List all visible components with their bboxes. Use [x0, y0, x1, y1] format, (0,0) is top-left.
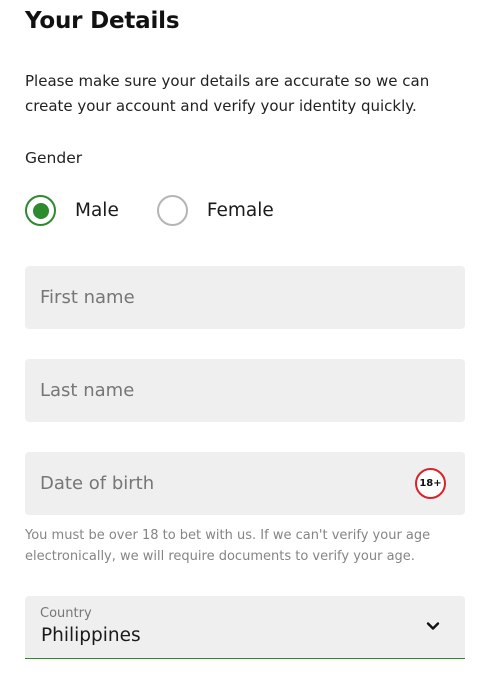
country-label: Country	[40, 606, 92, 621]
radio-female-label: Female	[206, 200, 274, 221]
details-form-page: Your Details Please make sure your detai…	[0, 0, 477, 680]
chevron-down-icon[interactable]	[425, 618, 441, 634]
page-title: Your Details	[25, 8, 180, 34]
intro-text: Please make sure your details are accura…	[25, 72, 430, 115]
country-select[interactable]: Country Philippines	[25, 596, 465, 659]
age-restriction-badge-icon: 18+	[415, 468, 446, 499]
radio-male-label: Male	[75, 200, 119, 221]
gender-radio-group: Male Female	[25, 195, 274, 226]
last-name-input[interactable]	[25, 359, 465, 422]
radio-female-unselected-icon[interactable]	[156, 195, 188, 226]
gender-label: Gender	[25, 149, 83, 167]
age-verification-note: You must be over 18 to bet with us. If w…	[25, 528, 431, 564]
gender-option-female[interactable]: Female	[156, 195, 274, 226]
gender-option-male[interactable]: Male	[25, 195, 119, 226]
radio-male-selected-icon[interactable]	[25, 195, 56, 226]
last-name-field	[25, 359, 465, 422]
country-value: Philippines	[41, 625, 141, 646]
first-name-input[interactable]	[25, 266, 465, 329]
date-of-birth-input[interactable]	[25, 452, 465, 515]
date-of-birth-field: 18+	[25, 452, 465, 515]
first-name-field	[25, 266, 465, 329]
